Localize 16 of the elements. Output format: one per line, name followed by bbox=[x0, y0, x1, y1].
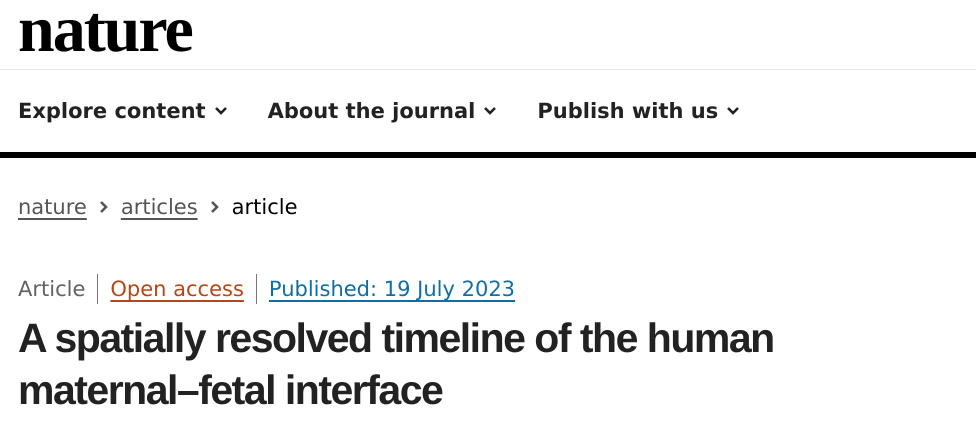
chevron-down-icon bbox=[726, 106, 740, 116]
chevron-down-icon bbox=[483, 106, 498, 116]
article-title: A spatially resolved timeline of the human maternal–fetal interface bbox=[18, 314, 775, 415]
nav-menu-button[interactable]: About the journal bbox=[268, 99, 498, 123]
nav-menu-button[interactable]: Explore content bbox=[18, 99, 228, 123]
meta-link[interactable]: Published: 19 July 2023 bbox=[256, 274, 528, 304]
nav-menu-button[interactable]: Publish with us bbox=[537, 99, 740, 123]
breadcrumb-link[interactable]: articles bbox=[120, 195, 198, 219]
breadcrumb-current: article bbox=[232, 195, 298, 219]
chevron-down-icon bbox=[214, 106, 228, 116]
chevron-right-icon bbox=[210, 200, 220, 214]
site-logo[interactable]: nature bbox=[0, 0, 192, 69]
meta-link[interactable]: Open access bbox=[97, 274, 256, 304]
article-type: Article bbox=[18, 276, 86, 303]
breadcrumb-link[interactable]: nature bbox=[18, 195, 87, 219]
chevron-right-icon bbox=[98, 200, 109, 214]
